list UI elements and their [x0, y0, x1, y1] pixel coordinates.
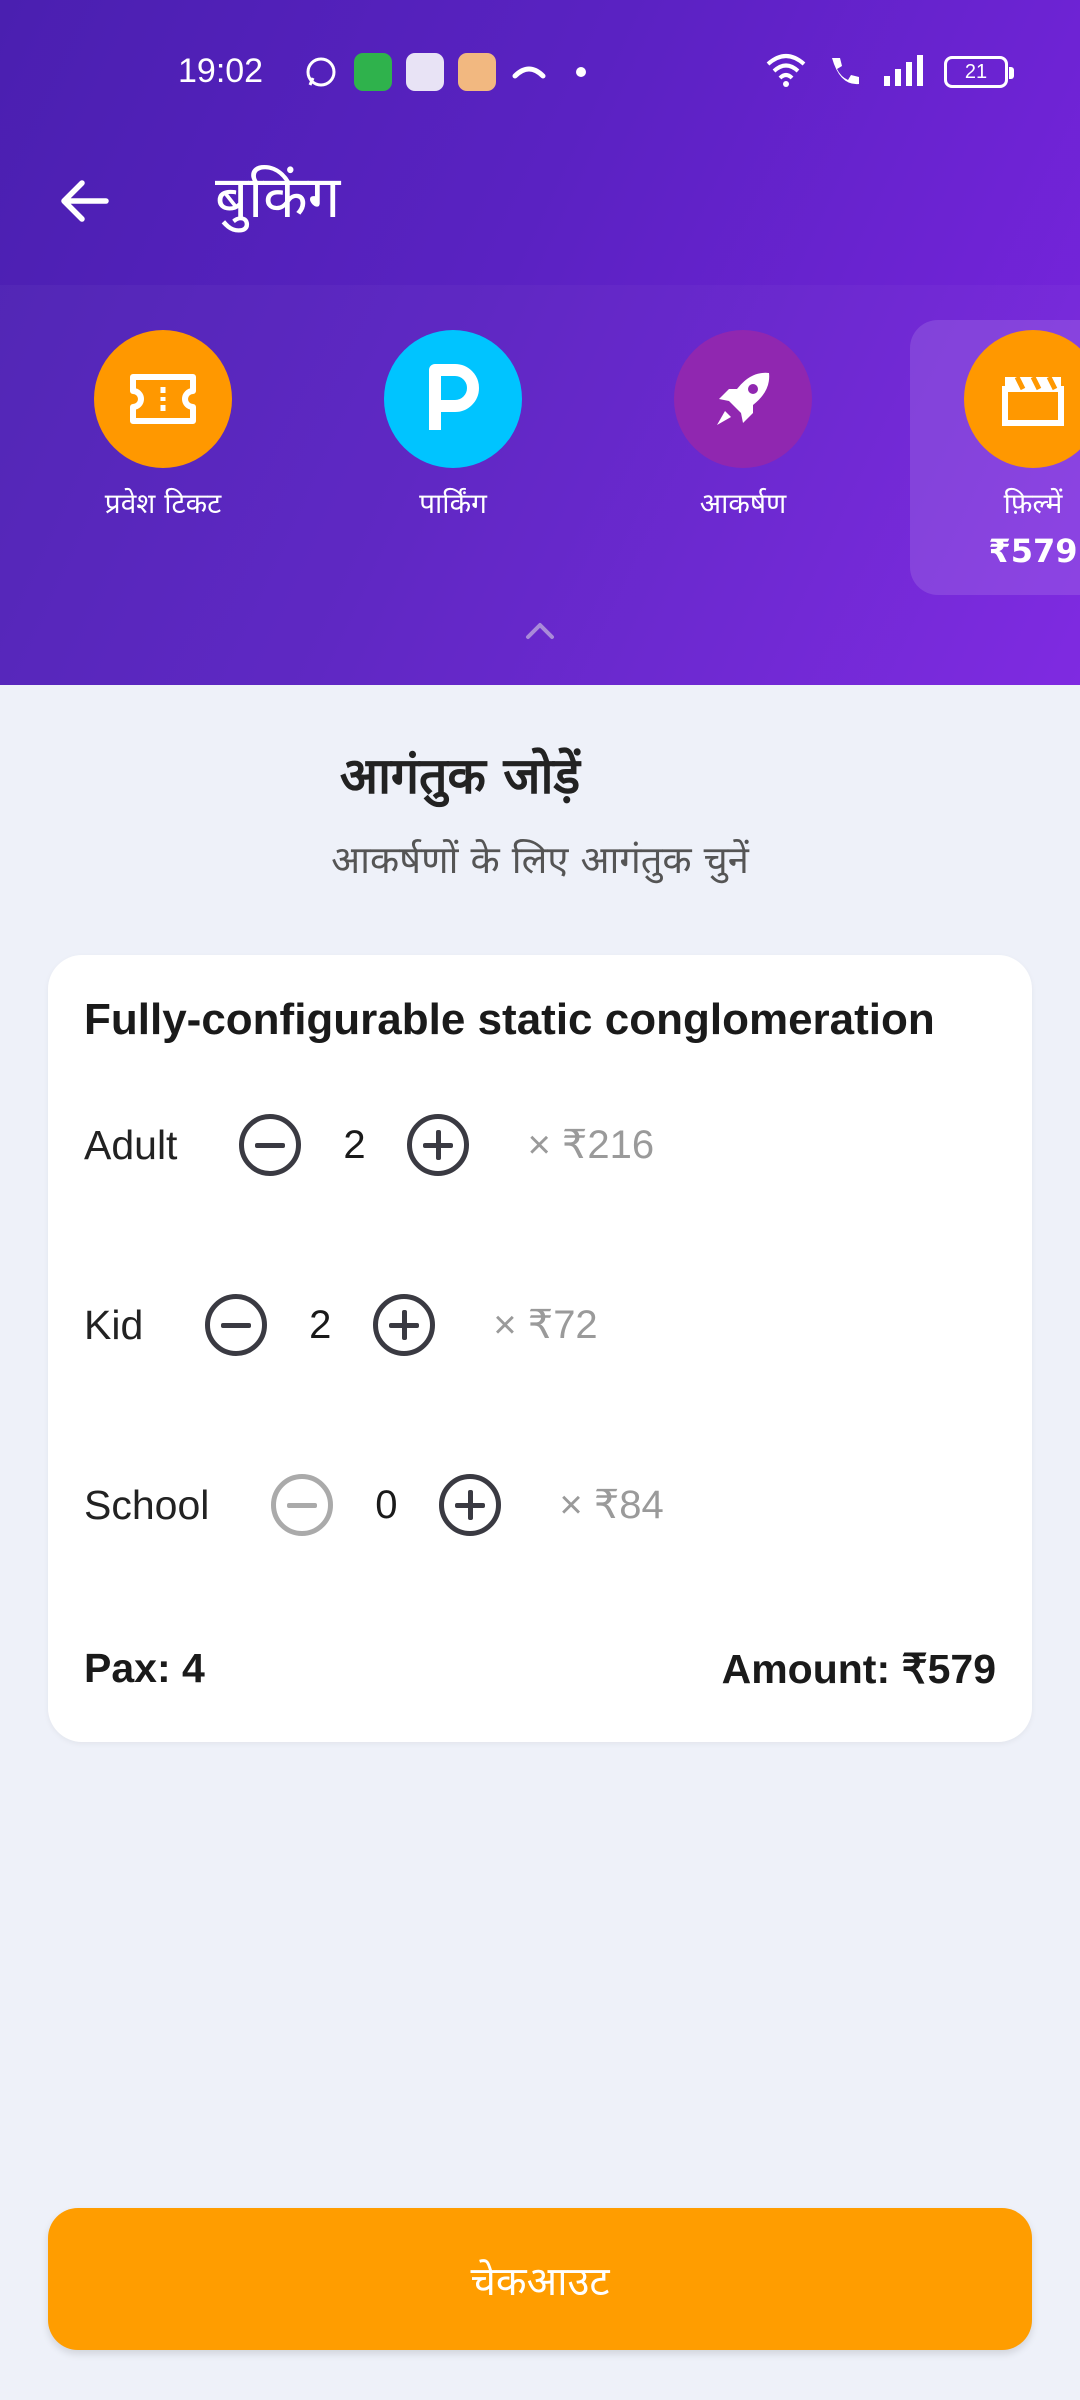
category-label: आकर्षण: [699, 487, 787, 520]
attraction-title: Fully-configurable static conglomeration: [84, 995, 935, 1044]
total-amount: Amount: ₹579: [721, 1646, 996, 1692]
status-time: 19:02: [178, 52, 264, 90]
category-label: फ़िल्में: [1003, 487, 1063, 520]
checkout-button[interactable]: चेकआउट: [48, 2208, 1032, 2350]
unit-price: × ₹72: [493, 1303, 598, 1347]
more-dot-icon: [562, 53, 600, 91]
minus-icon: [255, 1142, 286, 1148]
minus-icon: [287, 1502, 318, 1508]
increment-button[interactable]: [439, 1474, 502, 1536]
quantity-value: 2: [309, 1302, 332, 1347]
category-parking[interactable]: पार्किंग: [338, 330, 568, 522]
system-icons: 21: [764, 50, 1014, 94]
pax-count: Pax: 4: [84, 1645, 205, 1691]
quantity-value: 0: [375, 1482, 398, 1527]
visitor-type-label: Kid: [84, 1301, 144, 1348]
visitor-type-label: School: [84, 1481, 210, 1528]
signal-icon: [882, 54, 926, 90]
quantity-value: 2: [343, 1122, 366, 1167]
missed-call-icon: [510, 53, 548, 91]
wifi-calling-icon: [826, 52, 864, 92]
increment-button[interactable]: [407, 1114, 470, 1176]
battery-icon: 21: [944, 56, 1014, 88]
unit-price: × ₹216: [527, 1123, 655, 1167]
page-title: बुकिंग: [215, 163, 341, 231]
section-subtitle: आकर्षणों के लिए आगंतुक चुनें: [331, 838, 749, 882]
category-carousel[interactable]: प्रवेश टिकट पार्किंग आकर्षण फ़िल्में ₹57…: [0, 285, 1080, 685]
category-label: पार्किंग: [419, 487, 487, 520]
decrement-button[interactable]: [271, 1474, 334, 1536]
visitor-row-school: School 0 × ₹84: [84, 1470, 664, 1540]
category-icon-circle: [94, 330, 232, 468]
chevron-up-icon[interactable]: [522, 615, 558, 645]
rocket-icon: [717, 372, 770, 425]
visitor-row-kid: Kid 2 × ₹72: [84, 1290, 598, 1360]
ticket-icon: [130, 374, 196, 424]
news-app-icon: [406, 53, 444, 91]
section-title: आगंतुक जोड़ें: [339, 747, 581, 805]
visitor-type-label: Adult: [84, 1121, 178, 1168]
category-price: ₹579: [988, 532, 1078, 570]
status-bar: 19:02 21: [0, 0, 1080, 145]
increment-button[interactable]: [373, 1294, 436, 1356]
decrement-button[interactable]: [239, 1114, 302, 1176]
visitor-row-adult: Adult 2 × ₹216: [84, 1110, 654, 1180]
booking-header: 19:02 21 बुकिंग प्रवेश टिकट पार्किंग आकर…: [0, 0, 1080, 685]
movie-clapper-icon: [1002, 375, 1064, 426]
unit-price: × ₹84: [559, 1483, 664, 1527]
visitor-card: Fully-configurable static conglomeration…: [48, 955, 1032, 1742]
app-notification-icon: [354, 53, 392, 91]
category-icon-circle: [674, 330, 812, 468]
wifi-icon: [764, 52, 808, 92]
notification-icons: [302, 50, 600, 94]
category-icon-circle: [964, 330, 1080, 468]
category-icon-circle: [384, 330, 522, 468]
arrow-left-icon: [61, 180, 109, 222]
category-movies[interactable]: फ़िल्में ₹579: [918, 330, 1080, 570]
category-entry-ticket[interactable]: प्रवेश टिकट: [48, 330, 278, 522]
parking-icon: [429, 364, 479, 430]
minus-icon: [221, 1322, 252, 1328]
shopping-app-icon: [458, 53, 496, 91]
category-label: प्रवेश टिकट: [104, 487, 222, 520]
whatsapp-icon: [302, 53, 340, 91]
category-attractions[interactable]: आकर्षण: [628, 330, 858, 522]
app-bar: बुकिंग: [0, 145, 1080, 285]
back-button[interactable]: [48, 165, 120, 237]
decrement-button[interactable]: [205, 1294, 268, 1356]
